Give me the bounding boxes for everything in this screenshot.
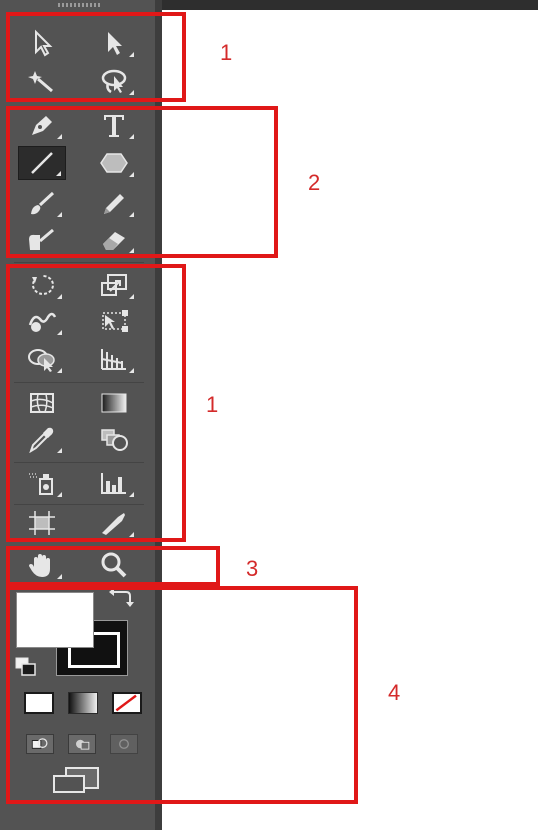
annotation-label-1-mid: 1	[206, 392, 219, 417]
annotation-label-3: 3	[246, 556, 259, 581]
annotation-box-group-4	[6, 586, 358, 804]
annotation-label-1-top: 1	[220, 40, 233, 65]
annotation-box-group-2	[6, 106, 278, 258]
annotation-box-group-3	[6, 546, 220, 586]
annotation-box-group-1-mid	[6, 264, 186, 542]
annotation-label-2: 2	[308, 170, 321, 195]
annotation-label-4: 4	[388, 680, 401, 705]
panel-grip[interactable]	[58, 3, 102, 7]
tool-group-divider	[14, 262, 144, 263]
annotation-box-group-1-top	[6, 12, 186, 102]
